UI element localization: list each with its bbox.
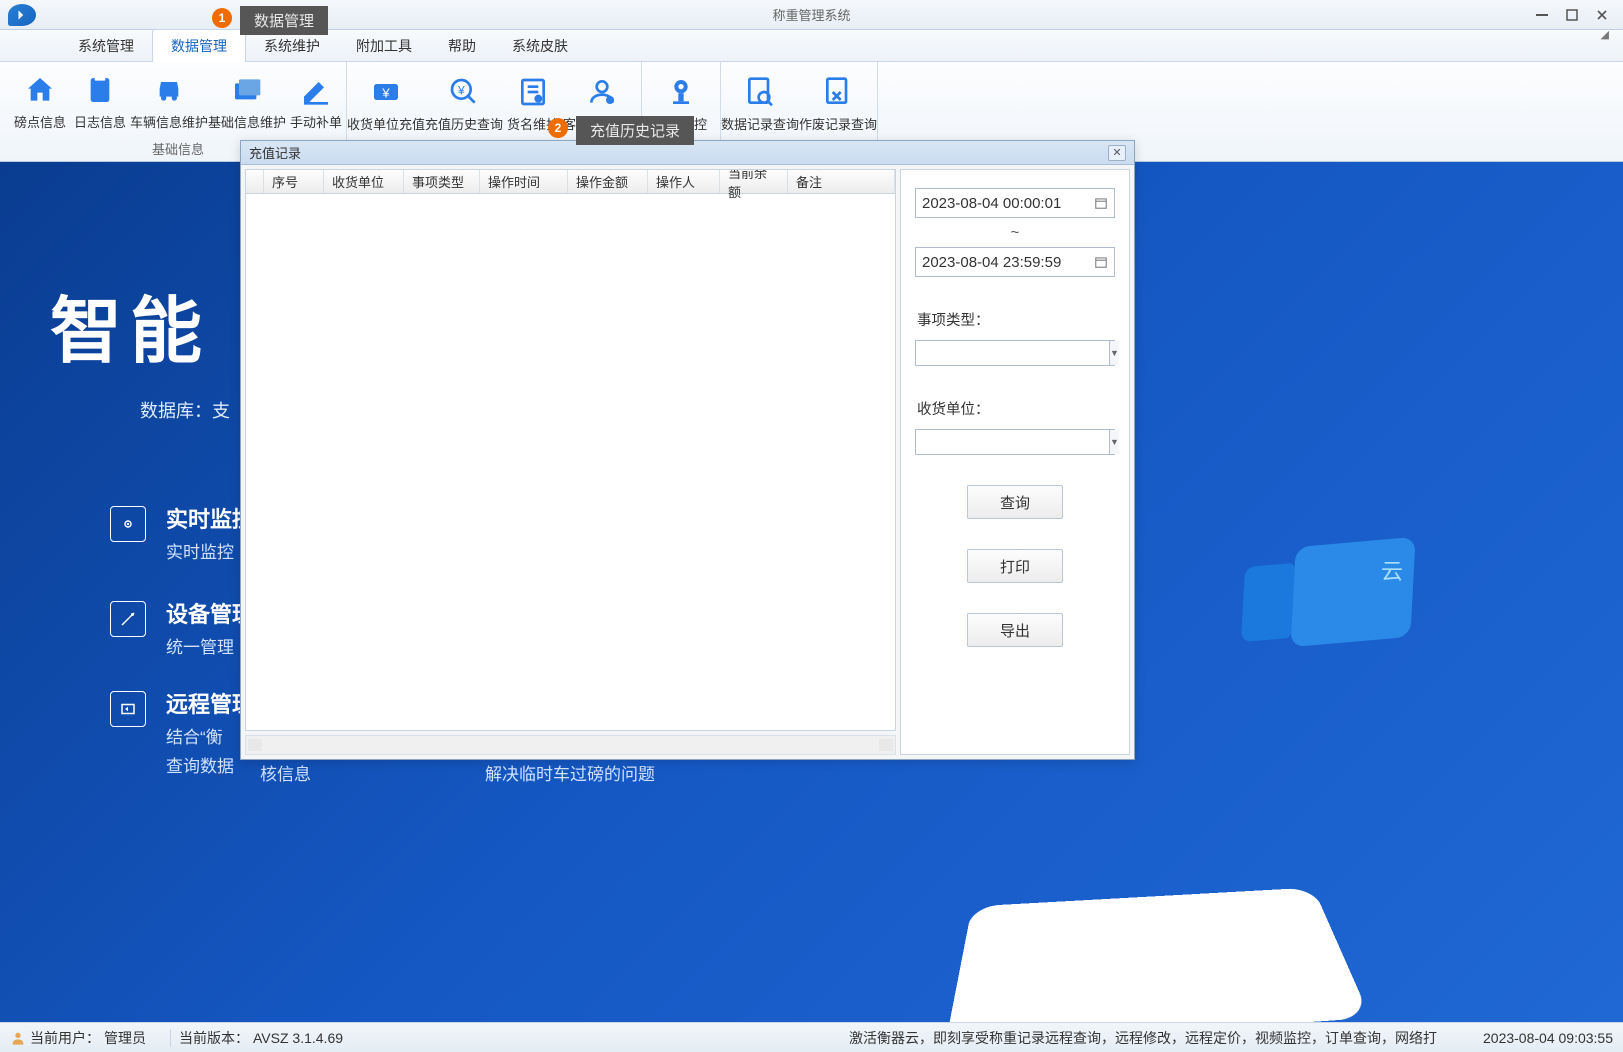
list-icon: [516, 75, 550, 109]
dropdown-icon[interactable]: ▼: [1109, 341, 1119, 365]
feature-remote: 远程管理 结合“衡 查询数据: [110, 687, 254, 777]
filter-type-input[interactable]: [916, 341, 1109, 365]
col-operator[interactable]: 操作人: [648, 170, 720, 193]
bg-db-label: 数据库：支: [140, 397, 230, 423]
menu-data-management[interactable]: 数据管理: [152, 29, 246, 62]
filter-unit-input[interactable]: [916, 430, 1109, 454]
money-icon: ¥: [369, 75, 403, 109]
filter-panel: 2023-08-04 00:00:01 ~ 2023-08-04 23:59:5…: [900, 169, 1130, 755]
col-remark[interactable]: 备注: [788, 170, 895, 193]
col-unit[interactable]: 收货单位: [324, 170, 404, 193]
maximize-button[interactable]: [1563, 6, 1581, 24]
menu-skin[interactable]: 系统皮肤: [494, 30, 586, 62]
calendar-icon[interactable]: [1094, 254, 1110, 270]
bg-headline: 智能: [50, 272, 210, 377]
horizontal-scrollbar[interactable]: [245, 735, 896, 755]
col-time[interactable]: 操作时间: [480, 170, 568, 193]
edit-icon: [299, 73, 333, 107]
device-icon: [110, 601, 146, 637]
dropdown-icon[interactable]: ▼: [1109, 430, 1119, 454]
user-icon: [10, 1030, 26, 1046]
menu-help[interactable]: 帮助: [430, 30, 494, 62]
recharge-history-window: 充值记录 ✕ 序号 收货单位 事项类型 操作时间 操作金额 操作人 当前余额 备…: [240, 140, 1135, 760]
ribbon-log-info[interactable]: 日志信息: [70, 64, 130, 139]
ribbon-basic-maintenance[interactable]: 基础信息维护: [208, 64, 286, 139]
col-type[interactable]: 事项类型: [404, 170, 480, 193]
table-panel: 序号 收货单位 事项类型 操作时间 操作金额 操作人 当前余额 备注: [241, 165, 900, 759]
bg-extra-1: 核信息: [260, 760, 311, 785]
table-header-row: 序号 收货单位 事项类型 操作时间 操作金额 操作人 当前余额 备注: [246, 170, 895, 194]
col-amount[interactable]: 操作金额: [568, 170, 648, 193]
money-search-icon: ¥: [447, 75, 481, 109]
svg-text:¥: ¥: [381, 85, 390, 100]
ribbon-data-query[interactable]: 数据记录查询: [721, 64, 799, 143]
filter-type-combo[interactable]: ▼: [915, 340, 1115, 366]
callout-marker-1: 1: [212, 8, 232, 28]
status-promo: 激活衡器云，即刻享受称重记录远程查询，远程修改，远程定价，视频监控，订单查询，网…: [849, 1028, 1453, 1048]
tablet-illustration: [945, 887, 1371, 1022]
cards-icon: [230, 73, 264, 107]
clipboard-icon: [83, 73, 117, 107]
ribbon-expand-icon[interactable]: ◢: [1601, 28, 1609, 41]
window-title: 称重管理系统: [772, 5, 850, 24]
filter-unit-label: 收货单位：: [917, 398, 1117, 419]
status-bar: 当前用户： 管理员 当前版本： AVSZ 3.1.4.69 激活衡器云，即刻享受…: [0, 1022, 1623, 1052]
callout-marker-2: 2: [548, 118, 568, 138]
ribbon-vehicle-maintenance[interactable]: 车辆信息维护: [130, 64, 208, 139]
date-to-input[interactable]: 2023-08-04 23:59:59: [915, 247, 1115, 277]
date-separator: ~: [913, 224, 1117, 241]
person-gear-icon: [585, 75, 619, 109]
monitor-icon: [110, 506, 146, 542]
menu-addon-tools[interactable]: 附加工具: [338, 30, 430, 62]
status-datetime: 2023-08-04 09:03:55: [1483, 1030, 1613, 1046]
feature-monitor: 实时监控 实时监控: [110, 502, 254, 563]
col-serial[interactable]: 序号: [264, 170, 324, 193]
status-version: 当前版本： AVSZ 3.1.4.69: [179, 1028, 359, 1048]
feature-device: 设备管理 统一管理: [110, 597, 254, 658]
car-icon: [152, 73, 186, 107]
menu-system-management[interactable]: 系统管理: [60, 30, 152, 62]
camera-icon: [664, 75, 698, 109]
close-button[interactable]: [1593, 6, 1611, 24]
records-table[interactable]: 序号 收货单位 事项类型 操作时间 操作金额 操作人 当前余额 备注: [245, 169, 896, 731]
ribbon-void-query[interactable]: 作废记录查询: [799, 64, 877, 143]
export-button[interactable]: 导出: [967, 613, 1063, 647]
date-from-input[interactable]: 2023-08-04 00:00:01: [915, 188, 1115, 218]
ribbon-recharge-history[interactable]: ¥ 充值历史查询: [425, 64, 503, 143]
app-logo-icon: [8, 4, 36, 26]
status-user: 当前用户： 管理员: [10, 1028, 162, 1048]
void-doc-icon: [821, 75, 855, 109]
subwindow-title: 充值记录: [249, 143, 301, 162]
calendar-icon[interactable]: [1094, 195, 1110, 211]
col-balance[interactable]: 当前余额: [720, 170, 788, 193]
callout-tooltip-1: 数据管理: [240, 6, 328, 35]
bg-extra-2: 解决临时车过磅的问题: [485, 760, 655, 785]
ribbon-station-info[interactable]: 磅点信息: [10, 64, 70, 139]
filter-type-label: 事项类型：: [917, 309, 1117, 330]
home-icon: [23, 73, 57, 107]
filter-unit-combo[interactable]: ▼: [915, 429, 1115, 455]
minimize-button[interactable]: [1533, 6, 1551, 24]
subwindow-close-button[interactable]: ✕: [1108, 145, 1126, 161]
svg-text:¥: ¥: [457, 83, 465, 97]
ribbon-unit-recharge[interactable]: ¥ 收货单位充值: [347, 64, 425, 143]
query-button[interactable]: 查询: [967, 485, 1063, 519]
search-doc-icon: [743, 75, 777, 109]
ribbon-manual-order[interactable]: 手动补单: [286, 64, 346, 139]
callout-tooltip-2: 充值历史记录: [576, 116, 694, 145]
remote-icon: [110, 691, 146, 727]
truck-illustration: 云: [1203, 492, 1423, 672]
print-button[interactable]: 打印: [967, 549, 1063, 583]
